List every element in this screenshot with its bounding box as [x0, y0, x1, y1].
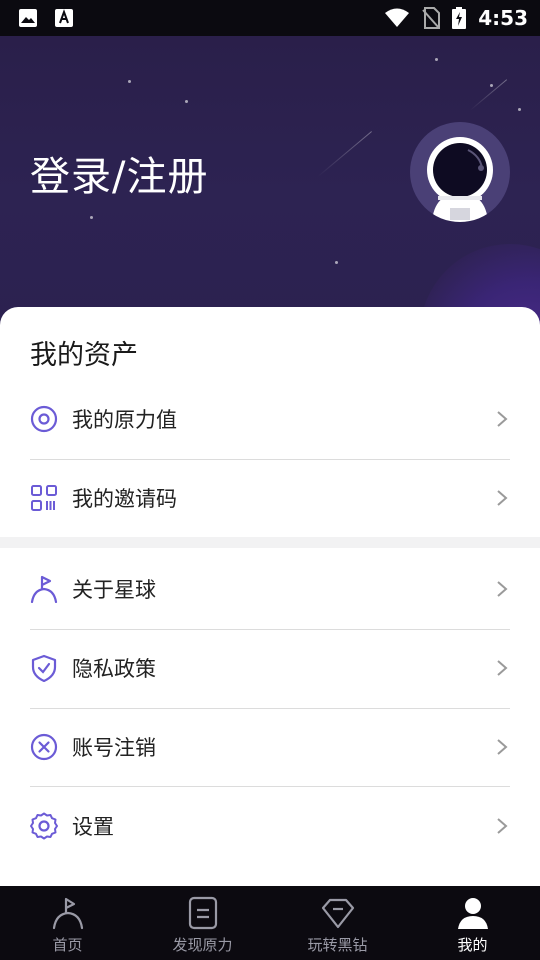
- image-notification-icon: [19, 9, 37, 27]
- chevron-right-icon: [497, 410, 508, 427]
- menu-item-label: 设置: [72, 814, 114, 839]
- section-title: 我的资产: [30, 340, 138, 371]
- chevron-right-icon: [497, 659, 508, 676]
- avatar[interactable]: [410, 122, 510, 222]
- gear-icon: [30, 812, 58, 839]
- star-decoration: [90, 216, 93, 219]
- tab-discover[interactable]: 发现原力: [135, 886, 270, 960]
- menu-item-invite-code[interactable]: 我的邀请码: [0, 458, 540, 537]
- document-icon: [188, 896, 217, 930]
- qr-code-icon: [31, 484, 57, 511]
- tab-home[interactable]: 首页: [0, 886, 135, 960]
- flag-person-icon: [30, 575, 58, 603]
- chevron-right-icon: [497, 580, 508, 597]
- menu-item-about-planet[interactable]: 关于星球: [0, 549, 540, 628]
- status-bar: 4:53: [0, 0, 540, 36]
- shield-check-icon: [31, 654, 57, 682]
- menu-item-privacy-policy[interactable]: 隐私政策: [0, 628, 540, 707]
- star-decoration: [490, 84, 493, 87]
- streak-decoration: [469, 79, 508, 111]
- streak-decoration: [317, 131, 372, 177]
- login-register-link[interactable]: 登录/注册: [30, 144, 208, 202]
- text-notification-icon: [55, 9, 73, 27]
- diamond-icon: [321, 898, 354, 929]
- tab-label: 发现原力: [172, 936, 233, 954]
- wifi-icon: [385, 8, 410, 27]
- my-assets-card: 我的资产 我的原力值 我的邀请码: [0, 307, 540, 537]
- tab-mine[interactable]: 我的: [405, 886, 540, 960]
- star-decoration: [518, 108, 521, 111]
- star-decoration: [128, 80, 131, 83]
- star-decoration: [435, 58, 438, 61]
- menu-item-label: 账号注销: [72, 735, 156, 760]
- menu-item-delete-account[interactable]: 账号注销: [0, 707, 540, 786]
- profile-header: 登录/注册: [0, 36, 540, 326]
- no-sim-icon: [422, 7, 441, 29]
- astronaut-icon: [427, 137, 493, 222]
- menu-item-label: 隐私政策: [72, 656, 156, 681]
- tab-label: 我的: [457, 936, 488, 954]
- chevron-right-icon: [497, 817, 508, 834]
- battery-charging-icon: [452, 7, 467, 29]
- menu-item-label: 我的邀请码: [72, 486, 177, 511]
- tab-label: 首页: [52, 936, 83, 954]
- chevron-right-icon: [497, 489, 508, 506]
- target-circle-icon: [30, 405, 58, 432]
- general-menu-card: 关于星球 隐私政策 账号注销 设置: [0, 548, 540, 886]
- menu-item-force-value[interactable]: 我的原力值: [0, 379, 540, 458]
- star-decoration: [335, 261, 338, 264]
- close-circle-icon: [30, 733, 58, 760]
- tab-label: 玩转黑钻: [307, 936, 368, 954]
- menu-item-label: 我的原力值: [72, 407, 177, 432]
- tab-black-diamond[interactable]: 玩转黑钻: [270, 886, 405, 960]
- menu-item-settings[interactable]: 设置: [0, 786, 540, 865]
- menu-item-label: 关于星球: [72, 577, 156, 602]
- clock: 4:53: [478, 6, 528, 30]
- chevron-right-icon: [497, 738, 508, 755]
- person-icon: [457, 898, 488, 929]
- bottom-tab-bar: 首页 发现原力 玩转黑钻 我的: [0, 886, 540, 960]
- star-decoration: [185, 100, 188, 103]
- home-flag-icon: [52, 897, 83, 930]
